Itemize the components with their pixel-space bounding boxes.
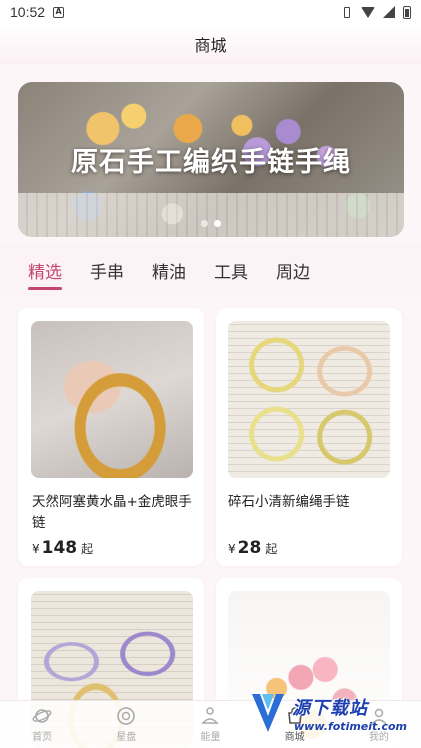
product-price: ¥ 28 起	[228, 538, 277, 558]
product-price: ¥ 148 起	[32, 538, 93, 558]
nav-label: 商城	[284, 732, 305, 743]
banner-dot-active[interactable]	[214, 220, 221, 227]
a-notification-icon: A	[53, 6, 65, 18]
planet-icon	[32, 706, 52, 726]
nav-item-astrolabe[interactable]: 星盘	[96, 706, 156, 743]
product-image	[228, 321, 390, 478]
category-tabs: 精选 手串 精油 工具 周边	[0, 244, 421, 296]
meditation-icon	[200, 706, 220, 726]
nav-label: 能量	[200, 732, 221, 743]
product-card[interactable]: 天然阿塞黄水晶+金虎眼手链 ¥ 148 起	[18, 308, 204, 566]
status-time: 10:52	[10, 4, 46, 20]
profile-icon	[369, 706, 389, 726]
bottom-nav: 首页 星盘 能量 商城 我的	[0, 700, 421, 748]
price-value: 28	[237, 538, 262, 558]
banner-pagination	[201, 220, 221, 227]
page-header: 商城	[0, 24, 421, 64]
wifi-icon	[361, 6, 375, 18]
nav-item-shop[interactable]: 商城	[265, 706, 325, 743]
nav-label: 首页	[32, 732, 53, 743]
tab-bracelets[interactable]: 手串	[90, 244, 124, 296]
shop-icon	[285, 706, 305, 726]
tab-merch[interactable]: 周边	[276, 244, 310, 296]
astrolabe-icon	[116, 706, 136, 726]
banner-dot[interactable]	[201, 220, 208, 227]
page-title: 商城	[194, 36, 227, 55]
nav-item-profile[interactable]: 我的	[349, 706, 409, 743]
tab-tools[interactable]: 工具	[214, 244, 248, 296]
price-currency: ¥	[228, 542, 236, 556]
nav-item-energy[interactable]: 能量	[180, 706, 240, 743]
status-icons	[341, 5, 411, 19]
nav-label: 星盘	[116, 732, 137, 743]
product-image	[31, 321, 193, 478]
vibrate-icon	[341, 6, 353, 18]
product-card[interactable]: 碎石小清新编绳手链 ¥ 28 起	[216, 308, 402, 566]
price-suffix: 起	[265, 542, 278, 556]
tab-essential-oils[interactable]: 精油	[152, 244, 186, 296]
price-suffix: 起	[81, 542, 94, 556]
promo-banner[interactable]: 原石手工编织手链手绳	[18, 82, 404, 237]
battery-icon	[403, 5, 411, 19]
tab-featured[interactable]: 精选	[28, 244, 62, 296]
status-bar: 10:52 A	[0, 0, 421, 24]
price-value: 148	[41, 538, 78, 558]
banner-newspaper-background	[18, 193, 404, 237]
product-name: 天然阿塞黄水晶+金虎眼手链	[32, 494, 192, 531]
signal-icon	[383, 6, 395, 18]
price-currency: ¥	[32, 542, 40, 556]
banner-title: 原石手工编织手链手绳	[71, 147, 351, 178]
nav-item-home[interactable]: 首页	[12, 706, 72, 743]
product-name: 碎石小清新编绳手链	[228, 494, 350, 510]
nav-label: 我的	[368, 732, 389, 743]
